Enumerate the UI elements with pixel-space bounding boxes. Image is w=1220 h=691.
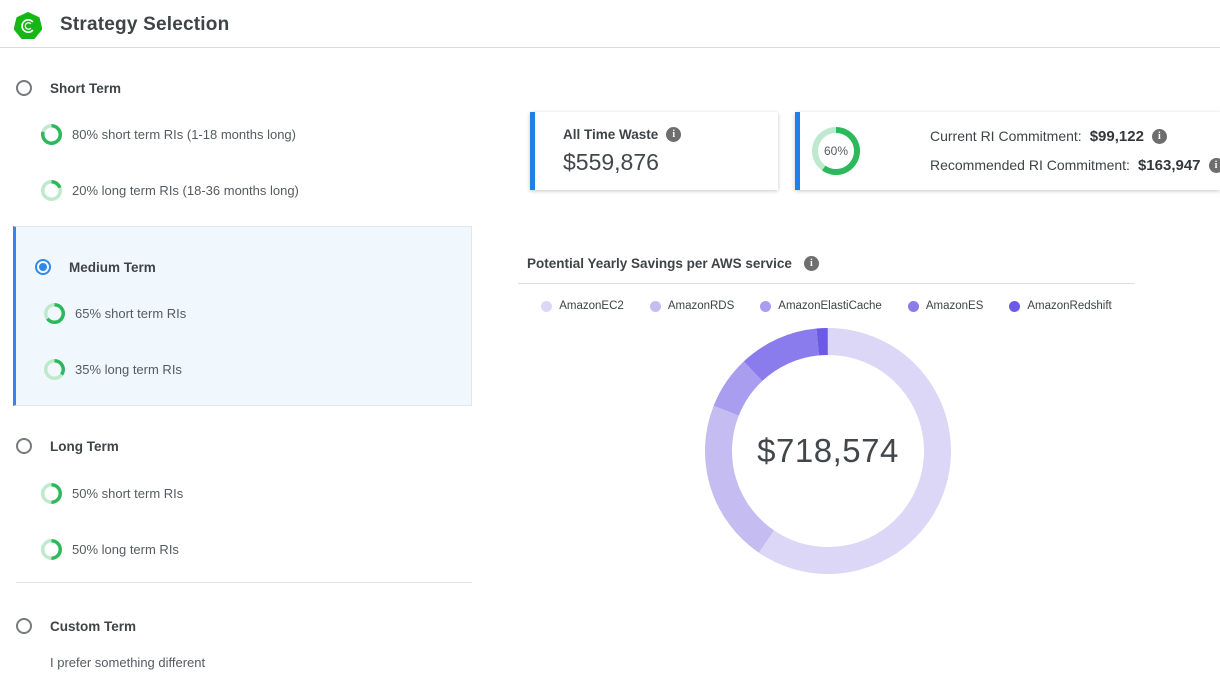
allocation-label: 20% long term RIs (18-36 months long) <box>72 183 299 198</box>
radio-medium-term[interactable] <box>35 259 51 275</box>
radio-short-term[interactable] <box>16 80 32 96</box>
allocation-label: 65% short term RIs <box>75 306 186 321</box>
waste-card-label: All Time Waste <box>563 127 658 142</box>
waste-card-value: $559,876 <box>563 149 778 176</box>
allocation-ring-icon <box>41 180 62 201</box>
allocation-row: 35% long term RIs <box>44 358 471 380</box>
strategy-label: Custom Term <box>50 619 136 634</box>
strategy-option-short-term[interactable]: Short Term <box>16 80 472 96</box>
legend-label: AmazonES <box>926 300 984 312</box>
strategy-label: Long Term <box>50 439 119 454</box>
current-commitment-row: Current RI Commitment: $99,122 i <box>930 126 1220 146</box>
allocation-label: 80% short term RIs (1-18 months long) <box>72 127 296 142</box>
allocation-row: 65% short term RIs <box>44 302 471 324</box>
chart-title: Potential Yearly Savings per AWS service <box>527 256 792 271</box>
strategy-option-medium-term[interactable]: Medium Term 65% short term RIs 35% long … <box>13 226 472 406</box>
legend-label: AmazonRDS <box>668 300 734 312</box>
allocation-row: 80% short term RIs (1-18 months long) <box>41 123 472 145</box>
brand-logo-icon <box>14 12 42 40</box>
commitment-gauge: 60% <box>812 127 860 175</box>
custom-term-description: I prefer something different <box>50 655 472 670</box>
legend-item-amazones[interactable]: AmazonES <box>908 300 984 312</box>
strategy-head-medium-term[interactable]: Medium Term <box>35 259 471 275</box>
legend-dot-icon <box>908 301 919 312</box>
chart-legend: AmazonEC2 AmazonRDS AmazonElastiCache Am… <box>518 300 1135 312</box>
legend-dot-icon <box>650 301 661 312</box>
info-icon[interactable]: i <box>804 256 819 271</box>
legend-label: AmazonEC2 <box>559 300 624 312</box>
legend-item-amazonec2[interactable]: AmazonEC2 <box>541 300 624 312</box>
legend-item-amazonrds[interactable]: AmazonRDS <box>650 300 734 312</box>
allocation-row: 20% long term RIs (18-36 months long) <box>41 179 472 201</box>
allocation-label: 35% long term RIs <box>75 362 182 377</box>
ri-commitment-card: 60% Current RI Commitment: $99,122 i Rec… <box>795 112 1220 190</box>
legend-dot-icon <box>541 301 552 312</box>
allocation-ring-icon <box>41 539 62 560</box>
legend-item-amazonredshift[interactable]: AmazonRedshift <box>1009 300 1111 312</box>
allocation-ring-icon <box>44 359 65 380</box>
section-divider <box>16 582 472 583</box>
strategy-option-custom-term[interactable]: Custom Term <box>16 618 472 634</box>
allocation-row: 50% long term RIs <box>41 538 472 560</box>
all-time-waste-card: All Time Waste i $559,876 <box>530 112 778 190</box>
legend-item-amazonelasticache[interactable]: AmazonElastiCache <box>760 300 882 312</box>
recommended-commitment-value: $163,947 <box>1138 157 1201 174</box>
donut-center-total: $718,574 <box>705 328 951 574</box>
legend-dot-icon <box>760 301 771 312</box>
allocation-row: 50% short term RIs <box>41 482 472 504</box>
info-icon[interactable]: i <box>1209 158 1220 173</box>
info-icon[interactable]: i <box>1152 129 1167 144</box>
legend-label: AmazonRedshift <box>1027 300 1111 312</box>
radio-long-term[interactable] <box>16 438 32 454</box>
legend-label: AmazonElastiCache <box>778 300 882 312</box>
allocation-ring-icon <box>44 303 65 324</box>
allocation-label: 50% long term RIs <box>72 542 179 557</box>
chart-title-row: Potential Yearly Savings per AWS service… <box>527 256 819 271</box>
allocation-ring-icon <box>41 124 62 145</box>
commitment-gauge-label: 60% <box>812 127 860 175</box>
app-header: Strategy Selection <box>0 0 1220 48</box>
current-commitment-label: Current RI Commitment: <box>930 128 1082 144</box>
strategy-label: Medium Term <box>69 260 156 275</box>
strategy-list: Short Term 80% short term RIs (1-18 mont… <box>16 64 472 670</box>
recommended-commitment-label: Recommended RI Commitment: <box>930 157 1130 173</box>
recommended-commitment-row: Recommended RI Commitment: $163,947 i <box>930 155 1220 175</box>
chart-divider <box>518 283 1135 284</box>
current-commitment-value: $99,122 <box>1090 128 1144 145</box>
radio-custom-term[interactable] <box>16 618 32 634</box>
allocation-ring-icon <box>41 483 62 504</box>
allocation-label: 50% short term RIs <box>72 486 183 501</box>
strategy-label: Short Term <box>50 81 121 96</box>
savings-donut-chart: $718,574 <box>705 328 951 574</box>
strategy-option-long-term[interactable]: Long Term <box>16 438 472 454</box>
page-title: Strategy Selection <box>60 14 229 36</box>
legend-dot-icon <box>1009 301 1020 312</box>
info-icon[interactable]: i <box>666 127 681 142</box>
